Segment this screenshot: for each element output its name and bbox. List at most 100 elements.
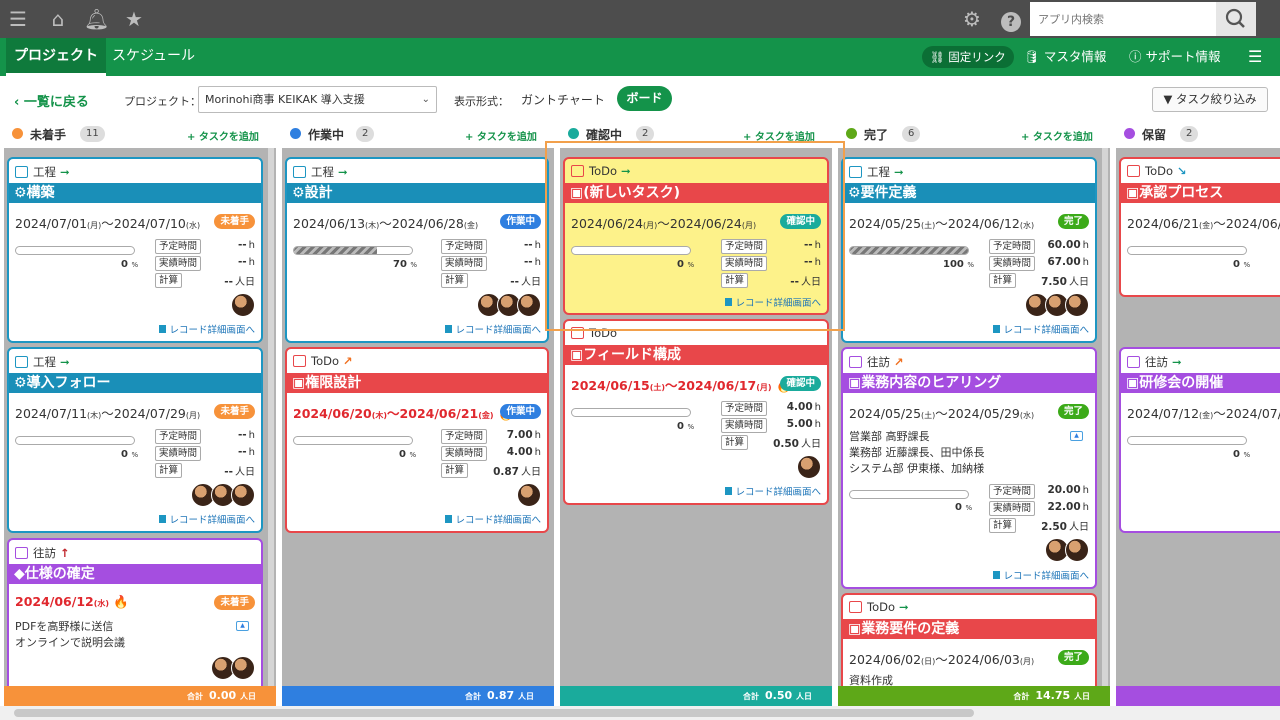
assignee-avatars — [1025, 293, 1089, 319]
tab-project[interactable]: プロジェクト — [6, 38, 106, 76]
record-detail-link[interactable]: レコード詳細画面へ — [159, 512, 255, 526]
cube-icon: ▣ — [1126, 375, 1140, 391]
column-not-started: 工程 ➞ ⚙構築 2024/07/01(月)～2024/07/10(水) 未着手 … — [4, 148, 276, 686]
cube-icon: ▣ — [848, 621, 862, 637]
column-total-done: 合計 14.75 人日 — [838, 686, 1110, 706]
chevron-left-icon: ‹ — [14, 95, 24, 110]
task-card[interactable]: ToDo ↗ ▣権限設計 2024/06/20(木)～2024/06/21(金) … — [285, 347, 549, 533]
status-badge: 完了 — [1057, 650, 1089, 665]
task-card[interactable]: 工程 ➞ ⚙構築 2024/07/01(月)～2024/07/10(水) 未着手 … — [7, 157, 263, 343]
task-card[interactable]: 往訪➞ ▣研修会の開催 2024/07/12(金)～2024/07/19 0 % — [1119, 347, 1280, 533]
card-title[interactable]: ▣フィールド構成 — [565, 345, 827, 365]
progress-percent: 0 % — [399, 449, 417, 460]
horizontal-scrollbar[interactable] — [0, 706, 1280, 720]
card-note: 資料作成 — [849, 674, 893, 686]
card-title[interactable]: ▣承認プロセス — [1121, 183, 1280, 203]
hours-table: 予定時間 4.00 h 実績時間 5.00 h 計算 0.50 人日 — [721, 400, 821, 451]
gear-icon[interactable]: ⚙ — [960, 7, 984, 31]
collapse-icon[interactable]: ▲ — [236, 621, 249, 631]
card-dates: 2024/07/01(月)～2024/07/10(水) — [15, 216, 201, 231]
record-detail-link[interactable]: レコード詳細画面へ — [993, 322, 1089, 336]
record-detail-link[interactable]: レコード詳細画面へ — [445, 322, 541, 336]
project-select[interactable]: Morinohi商事 KEIKAK 導入支援 ⌄ — [198, 86, 437, 113]
status-badge: 完了 — [1057, 404, 1089, 419]
assignee-avatars — [797, 455, 821, 481]
task-card[interactable]: ToDo ▣フィールド構成 2024/06/15(土)～2024/06/17(月… — [563, 319, 829, 505]
help-icon[interactable]: ? — [999, 7, 1023, 32]
home-icon[interactable]: ⌂ — [46, 7, 70, 31]
add-task-button[interactable]: + タスクを追加 — [187, 128, 259, 143]
view-board-button[interactable]: ボード — [617, 86, 672, 111]
progress-percent: 0 % — [1233, 449, 1251, 460]
card-title[interactable]: ⚙構築 — [9, 183, 261, 203]
view-gantt-button[interactable]: ガントチャート — [521, 91, 605, 108]
task-card[interactable]: 往訪 ↑ ◆仕様の確定 2024/06/12(水) 🔥 未着手 ▲ PDFを高野様… — [7, 538, 263, 686]
back-to-list-button[interactable]: ‹ 一覧に戻る — [14, 91, 89, 110]
process-icon: ⚙ — [14, 375, 27, 391]
card-title[interactable]: ⚙要件定義 — [843, 183, 1095, 203]
card-dates: 2024/06/20(木)～2024/06/21(金) 🔥 — [293, 403, 514, 422]
master-info-button[interactable]: 🛢︎ マスタ情報 — [1024, 46, 1106, 68]
column-in-progress: 工程 ➞ ⚙設計 2024/06/13(木)～2024/06/28(金) 作業中 … — [282, 148, 554, 686]
hours-table: 予定時間 -- h 実績時間 -- h 計算 -- 人日 — [155, 428, 255, 479]
arrow-right-icon: ➞ — [1172, 355, 1182, 369]
add-task-button[interactable]: + タスクを追加 — [1021, 128, 1093, 143]
status-badge: 未着手 — [214, 595, 255, 610]
record-detail-link[interactable]: レコード詳細画面へ — [159, 322, 255, 336]
hours-table: 予定時間 -- h 実績時間 -- h 計算 -- 人日 — [155, 238, 255, 289]
avatar — [517, 293, 541, 317]
fire-icon: 🔥 — [113, 594, 129, 609]
card-title[interactable]: ▣業務要件の定義 — [843, 619, 1095, 639]
hamburger-menu-icon[interactable]: ☰ — [6, 7, 30, 31]
task-card[interactable]: 工程 ➞ ⚙設計 2024/06/13(木)～2024/06/28(金) 作業中 … — [285, 157, 549, 343]
task-card[interactable]: ToDo ➞ ▣業務要件の定義 2024/06/02(日)～2024/06/03(… — [841, 593, 1097, 686]
task-card[interactable]: 往訪 ↗ ▣業務内容のヒアリング 2024/05/25(土)～2024/05/29… — [841, 347, 1097, 589]
scrollbar-thumb[interactable] — [14, 709, 974, 717]
cube-icon: ▣ — [570, 347, 584, 363]
star-icon[interactable]: ★ — [122, 7, 146, 31]
add-task-button[interactable]: + タスクを追加 — [465, 128, 537, 143]
record-detail-link[interactable]: レコード詳細画面へ — [725, 484, 821, 498]
arrow-down-right-icon: ↘ — [1177, 164, 1187, 178]
column-title: 作業中 — [308, 128, 345, 142]
record-detail-link[interactable]: レコード詳細画面へ — [445, 512, 541, 526]
column-scrollbar[interactable] — [268, 148, 274, 686]
card-title[interactable]: ⚙設計 — [287, 183, 547, 203]
progress-percent: 0 % — [1233, 259, 1251, 270]
tab-schedule[interactable]: スケジュール — [104, 38, 203, 76]
search-button[interactable] — [1216, 2, 1256, 36]
info-icon: ⓘ — [1129, 49, 1146, 64]
status-dot — [12, 128, 23, 139]
card-title[interactable]: ▣権限設計 — [287, 373, 547, 393]
task-card[interactable]: 工程 ➞ ⚙導入フォロー 2024/07/11(木)～2024/07/29(月) … — [7, 347, 263, 533]
assignee-avatars — [191, 483, 255, 509]
card-title[interactable]: ⚙導入フォロー — [9, 373, 261, 393]
task-card[interactable]: ToDo↘ ▣承認プロセス 2024/06/21(金)～2024/06/22 0… — [1119, 157, 1280, 297]
card-title[interactable]: ▣業務内容のヒアリング — [843, 373, 1095, 393]
menu-icon[interactable]: ☰ — [1248, 46, 1262, 68]
record-detail-link[interactable]: レコード詳細画面へ — [993, 568, 1089, 582]
card-title[interactable]: ▣研修会の開催 — [1121, 373, 1280, 393]
view-mode-label: 表示形式： — [454, 95, 509, 108]
card-type: 往訪 ↑ — [15, 545, 70, 561]
card-dates: 2024/05/25(土)～2024/06/12(水) — [849, 216, 1035, 231]
column-scrollbar[interactable] — [1102, 148, 1108, 686]
app-search-input[interactable] — [1030, 2, 1216, 36]
column-header-done: 完了 6 + タスクを追加 — [838, 122, 1108, 146]
bell-icon[interactable]: 🔔︎ — [84, 7, 109, 31]
card-title[interactable]: ◆仕様の確定 — [9, 564, 261, 584]
calendar-icon — [293, 355, 306, 367]
status-badge: 確認中 — [780, 376, 821, 391]
support-info-button[interactable]: ⓘ サポート情報 — [1129, 46, 1221, 68]
column-count: 11 — [80, 126, 105, 142]
column-total-review: 合計 0.50 人日 — [560, 686, 832, 706]
arrow-right-icon: ➞ — [894, 165, 904, 179]
card-note: 営業部 高野課長 業務部 近藤課長、田中係長 システム部 伊東様、加納様 — [849, 430, 985, 475]
task-card[interactable]: 工程 ➞ ⚙要件定義 2024/05/25(土)～2024/06/12(水) 完了… — [841, 157, 1097, 343]
collapse-icon[interactable]: ▲ — [1070, 431, 1083, 441]
arrow-right-icon: ➞ — [338, 165, 348, 179]
card-type: 工程 ➞ — [849, 164, 904, 180]
task-filter-button[interactable]: ▼ タスク絞り込み — [1152, 87, 1268, 112]
hours-table: 予定時間 7.00 h 実績時間 4.00 h 計算 0.87 人日 — [441, 428, 541, 479]
fixed-link-button[interactable]: ⛓ 固定リンク — [922, 46, 1014, 68]
